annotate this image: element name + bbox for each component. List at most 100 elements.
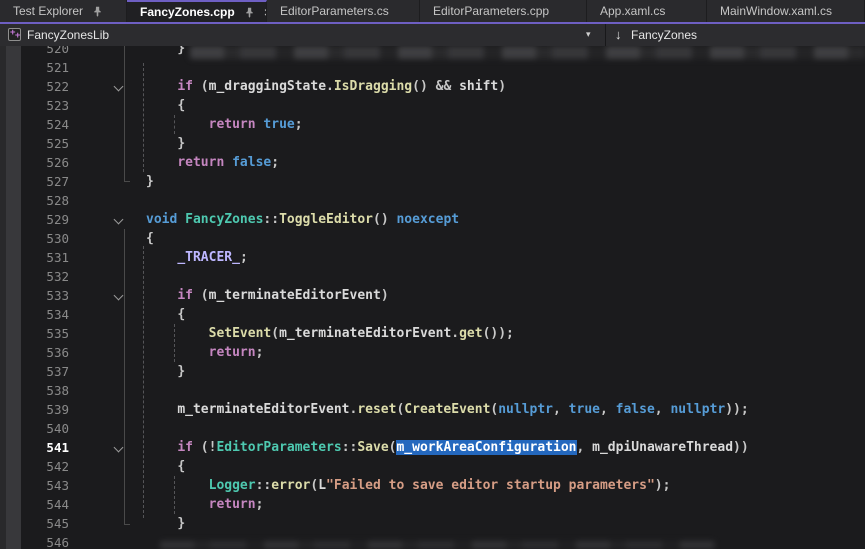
- code-line: 541 if (!EditorParameters::Save(m_workAr…: [0, 438, 865, 457]
- code-text[interactable]: {: [146, 96, 185, 115]
- document-tab[interactable]: MainWindow.xaml.cs: [707, 0, 865, 22]
- fold-margin: [72, 324, 146, 343]
- code-text[interactable]: SetEvent(m_terminateEditorEvent.get());: [146, 324, 514, 343]
- code-text[interactable]: _TRACER_;: [146, 248, 248, 267]
- line-number[interactable]: 533: [0, 286, 72, 305]
- fold-collapse-icon[interactable]: [113, 82, 124, 91]
- line-number[interactable]: 521: [0, 58, 72, 77]
- line-number[interactable]: 535: [0, 324, 72, 343]
- code-line: 544 return;: [0, 495, 865, 514]
- navigation-bar: + + FancyZonesLib ▾ ↓ FancyZones: [0, 24, 865, 47]
- tab-label: MainWindow.xaml.cs: [720, 4, 832, 18]
- code-text[interactable]: m_terminateEditorEvent.reset(CreateEvent…: [146, 400, 749, 419]
- line-number[interactable]: 543: [0, 476, 72, 495]
- document-tab[interactable]: EditorParameters.cs: [267, 0, 420, 22]
- code-text[interactable]: {: [146, 305, 185, 324]
- member-dropdown[interactable]: FancyZones: [631, 28, 697, 42]
- chevron-down-icon[interactable]: ▾: [586, 29, 591, 40]
- indent-guide: [174, 115, 175, 134]
- fold-margin: [72, 514, 146, 533]
- line-number[interactable]: 520: [0, 46, 72, 58]
- fold-margin: [72, 438, 146, 457]
- document-tab[interactable]: App.xaml.cs: [587, 0, 707, 22]
- code-text[interactable]: return true;: [146, 115, 303, 134]
- code-text[interactable]: }: [146, 362, 185, 381]
- fold-margin: [72, 305, 146, 324]
- line-number[interactable]: 527: [0, 172, 72, 191]
- line-number[interactable]: 532: [0, 267, 72, 286]
- cpp-project-icon: + +: [8, 28, 21, 41]
- code-text[interactable]: if (!EditorParameters::Save(m_workAreaCo…: [146, 438, 749, 457]
- navbar-separator: [605, 24, 606, 46]
- document-tab[interactable]: FancyZones.cpp ×: [127, 0, 267, 22]
- code-line: 543 Logger::error(L"Failed to save edito…: [0, 476, 865, 495]
- code-text[interactable]: {: [146, 229, 154, 248]
- fold-margin: [72, 286, 146, 305]
- line-number[interactable]: 524: [0, 115, 72, 134]
- code-text[interactable]: }: [146, 514, 185, 533]
- line-number[interactable]: 544: [0, 495, 72, 514]
- code-line: 542 {: [0, 457, 865, 476]
- code-text[interactable]: return false;: [146, 153, 279, 172]
- line-number[interactable]: 546: [0, 533, 72, 549]
- code-line: 538: [0, 381, 865, 400]
- visual-studio-editor-window: Test Explorer FancyZones.cpp × EditorPar…: [0, 0, 865, 549]
- line-number[interactable]: 528: [0, 191, 72, 210]
- tab-label: EditorParameters.cs: [280, 4, 389, 18]
- document-tab[interactable]: EditorParameters.cpp: [420, 0, 587, 22]
- line-number[interactable]: 522: [0, 77, 72, 96]
- project-scope-dropdown[interactable]: FancyZonesLib: [27, 28, 109, 42]
- indent-guide: [143, 63, 144, 172]
- fold-collapse-icon[interactable]: [113, 215, 124, 224]
- line-number[interactable]: 530: [0, 229, 72, 248]
- fold-collapse-icon[interactable]: [113, 443, 124, 452]
- tab-label: EditorParameters.cpp: [433, 4, 549, 18]
- code-text[interactable]: void FancyZones::ToggleEditor() noexcept: [146, 210, 459, 229]
- fold-margin: [72, 134, 146, 153]
- indent-guide: [174, 476, 175, 514]
- pin-icon[interactable]: [92, 6, 103, 17]
- fold-margin: [72, 191, 146, 210]
- code-text[interactable]: }: [146, 46, 185, 58]
- line-number[interactable]: 526: [0, 153, 72, 172]
- line-number[interactable]: 529: [0, 210, 72, 229]
- tab-label: App.xaml.cs: [600, 4, 665, 18]
- tab-label: FancyZones.cpp: [140, 5, 235, 19]
- fold-margin: [72, 77, 146, 96]
- code-text[interactable]: }: [146, 134, 185, 153]
- line-number[interactable]: 540: [0, 419, 72, 438]
- code-text[interactable]: if (m_terminateEditorEvent): [146, 286, 389, 305]
- indent-guide: [143, 246, 144, 518]
- code-line: 539 m_terminateEditorEvent.reset(CreateE…: [0, 400, 865, 419]
- code-text[interactable]: }: [146, 172, 154, 191]
- line-number[interactable]: 538: [0, 381, 72, 400]
- line-number[interactable]: 542: [0, 457, 72, 476]
- fold-collapse-icon[interactable]: [113, 291, 124, 300]
- code-editor[interactable]: 520 } 521 522 if (m_draggingState.IsDrag…: [0, 46, 865, 549]
- fold-margin: [72, 58, 146, 77]
- code-text[interactable]: Logger::error(L"Failed to save editor st…: [146, 476, 670, 495]
- code-line: 534 {: [0, 305, 865, 324]
- fold-margin: [72, 172, 146, 191]
- document-tab[interactable]: Test Explorer: [0, 0, 127, 22]
- code-line: 531 _TRACER_;: [0, 248, 865, 267]
- line-number[interactable]: 525: [0, 134, 72, 153]
- line-number[interactable]: 537: [0, 362, 72, 381]
- pin-icon[interactable]: [244, 7, 255, 18]
- fold-margin: [72, 115, 146, 134]
- fold-margin: [72, 343, 146, 362]
- code-text[interactable]: return;: [146, 495, 263, 514]
- code-rows: 520 } 521 522 if (m_draggingState.IsDrag…: [0, 46, 865, 549]
- code-line: 526 return false;: [0, 153, 865, 172]
- line-number[interactable]: 536: [0, 343, 72, 362]
- line-number[interactable]: 531: [0, 248, 72, 267]
- line-number[interactable]: 541: [0, 438, 72, 457]
- fold-margin: [72, 210, 146, 229]
- line-number[interactable]: 545: [0, 514, 72, 533]
- code-text[interactable]: {: [146, 457, 185, 476]
- code-text[interactable]: if (m_draggingState.IsDragging() && shif…: [146, 77, 506, 96]
- line-number[interactable]: 539: [0, 400, 72, 419]
- line-number[interactable]: 523: [0, 96, 72, 115]
- line-number[interactable]: 534: [0, 305, 72, 324]
- code-text[interactable]: return;: [146, 343, 263, 362]
